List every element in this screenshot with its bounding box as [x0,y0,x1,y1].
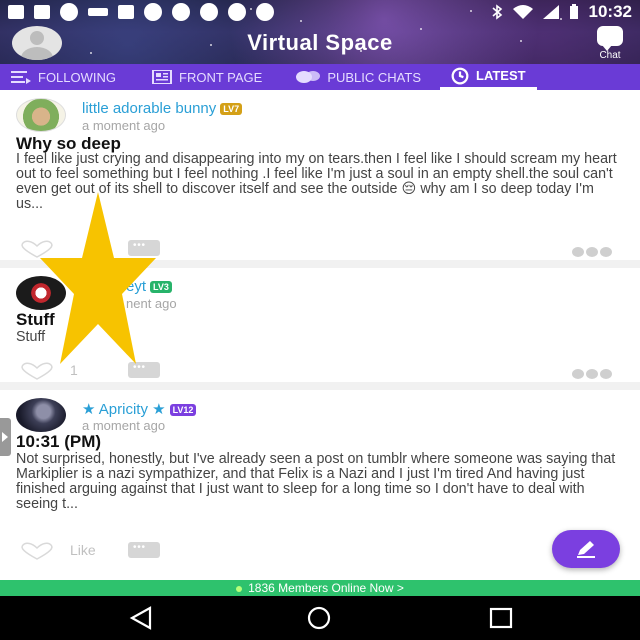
tab-public-chats[interactable]: PUBLIC CHATS [285,64,432,90]
level-badge: LV7 [220,103,243,116]
signal-icon [88,8,108,16]
post-excerpt[interactable]: Not surprised, honestly, but I've alread… [16,452,624,512]
author-name[interactable]: little adorable bunny LV7 [82,100,243,117]
home-icon[interactable] [306,606,332,630]
tab-label: FOLLOWING [38,69,117,85]
tab-latest[interactable]: LATEST [440,64,537,90]
compose-button[interactable] [552,530,620,568]
battery-icon [569,4,578,19]
wifi-icon [512,5,533,19]
tab-label: LATEST [476,68,526,83]
heart-icon[interactable] [20,542,54,560]
community-title: Virtual Space [247,30,393,55]
tab-following[interactable]: FOLLOWING [0,64,127,90]
chevron-right-icon: > [393,581,404,595]
online-indicator-icon [236,585,243,592]
skype-icon [60,3,78,21]
system-icons: 10:32 [491,2,632,22]
heart-icon[interactable] [20,362,54,380]
tab-label: FRONT PAGE [179,69,263,85]
newspaper-icon [152,70,173,84]
pencil-icon [577,541,595,558]
post-time: a moment ago [82,118,166,133]
status-bar: 10:32 [0,0,640,24]
comment-icon[interactable] [128,362,160,378]
chat-bubbles-icon [296,71,321,83]
chat-button[interactable]: Chat [592,26,628,62]
post-time: a moment ago [82,418,166,433]
like-count: 1 [70,362,78,378]
circle-icon [144,3,162,21]
cellular-icon [542,5,559,19]
app-header: Virtual Space Chat [0,24,640,64]
chat-icon [597,26,623,51]
like-label[interactable]: Like [70,542,96,558]
facebook-icon [34,5,50,19]
message-icon [8,5,24,19]
more-options-icon[interactable] [572,244,616,257]
system-navigation-bar [0,596,640,640]
post-title[interactable]: 10:31 (PM) [16,432,101,452]
tab-front-page[interactable]: FRONT PAGE [141,64,273,90]
author-name[interactable]: ★ Apricity ★ LV12 [82,400,197,418]
post-card[interactable]: ★ Apricity ★ LV12 a moment ago 10:31 (PM)… [0,390,640,580]
tab-label: PUBLIC CHATS [327,69,421,85]
star-sticker-icon [40,192,156,364]
status-time: 10:32 [588,2,632,21]
facebook-icon [118,5,134,19]
comment-icon[interactable] [128,542,160,558]
circle-icon [172,3,190,21]
members-online-text: 1836 Members Online Now [248,581,394,595]
level-badge: LV12 [169,404,197,417]
circle-icon [200,3,218,21]
bluetooth-icon [491,4,502,20]
members-online-bar[interactable]: 1836 Members Online Now > [0,580,640,596]
circle-icon [228,3,246,21]
author-avatar[interactable] [16,98,66,132]
chat-label: Chat [599,50,621,61]
clock-icon [451,67,469,84]
list-icon [11,71,31,84]
notification-icons [8,3,274,21]
drawer-handle[interactable] [0,418,11,456]
post-actions: Like [16,540,624,562]
circle-icon [256,3,274,21]
more-options-icon[interactable] [572,366,616,379]
back-icon[interactable] [128,606,154,630]
feed-tabs: FOLLOWING FRONT PAGE PUBLIC CHATS LATEST [0,64,640,90]
author-avatar[interactable] [16,398,66,432]
recents-icon[interactable] [488,606,514,630]
